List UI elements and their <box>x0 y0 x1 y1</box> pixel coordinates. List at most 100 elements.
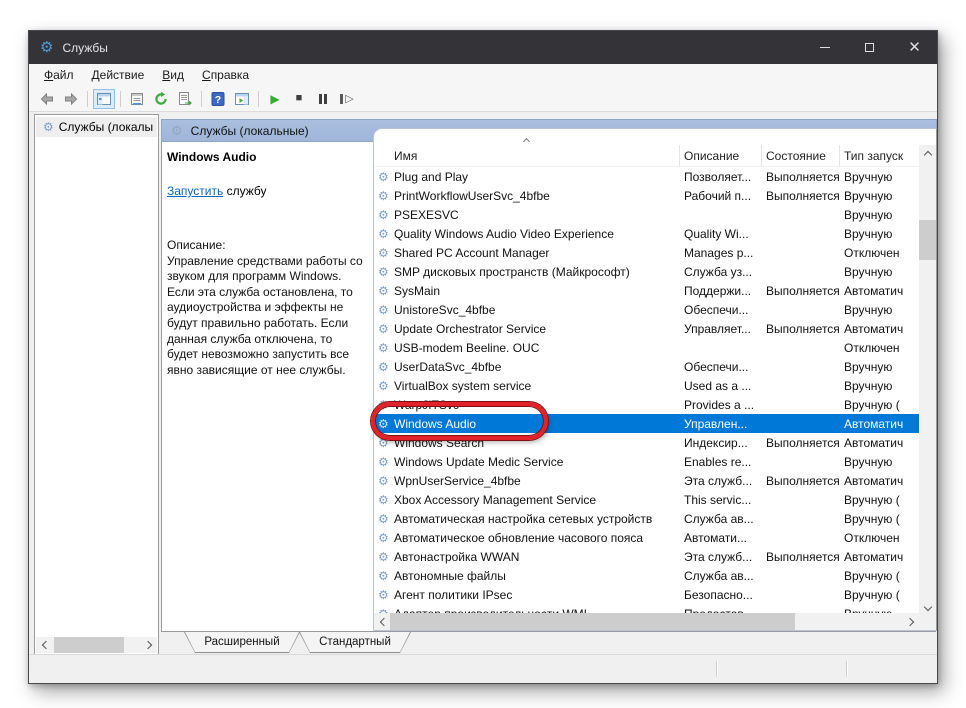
export-list-button[interactable] <box>174 89 196 109</box>
back-button[interactable] <box>36 89 58 109</box>
start-service-rest: службу <box>223 184 266 198</box>
column-header-name[interactable]: Имя <box>374 145 680 166</box>
refresh-button[interactable] <box>150 89 172 109</box>
table-row[interactable]: ⚙ USB-modem Beeline. OUC Отключен <box>374 338 919 357</box>
table-row[interactable]: ⚙ WarpJITSvc Provides a ... Вручную ( <box>374 395 919 414</box>
service-status: Выполняется <box>762 436 840 450</box>
scroll-left-button[interactable] <box>36 637 52 653</box>
service-startup-type: Автоматич <box>840 474 919 488</box>
show-action-pane-button[interactable] <box>231 89 253 109</box>
service-startup-type: Вручную <box>840 170 919 184</box>
service-startup-type: Автоматич <box>840 417 919 431</box>
table-row[interactable]: ⚙ Автономные файлы Служба ав... Вручную … <box>374 566 919 585</box>
console-tree-panel: ⚙ Службы (локалы <box>34 114 159 655</box>
service-gear-icon: ⚙ <box>378 341 389 355</box>
table-row[interactable]: ⚙ Адаптер производительности WMI Предост… <box>374 604 919 613</box>
table-row[interactable]: ⚙ PSEXESVC Вручную <box>374 205 919 224</box>
menu-help[interactable]: Справка <box>193 65 258 85</box>
table-row[interactable]: ⚙ Автоматическая настройка сетевых устро… <box>374 509 919 528</box>
menu-file[interactable]: Файл <box>35 65 83 85</box>
service-description: Поддержи... <box>680 284 762 298</box>
table-row[interactable]: ⚙ Shared PC Account Manager Manages p...… <box>374 243 919 262</box>
console-tree-icon <box>96 91 112 107</box>
service-description-block: Описание: Управление средствами работы с… <box>167 238 365 378</box>
column-header-description[interactable]: Описание <box>680 145 762 166</box>
service-name: Xbox Accessory Management Service <box>394 493 680 507</box>
service-gear-icon: ⚙ <box>378 455 389 469</box>
column-header-status[interactable]: Состояние <box>762 145 840 166</box>
start-service-link[interactable]: Запустить <box>167 184 223 198</box>
table-row[interactable]: ⚙ SysMain Поддержи... Выполняется Автома… <box>374 281 919 300</box>
chevron-down-icon <box>923 603 931 611</box>
toolbar: ? ▶ ■ ▷ <box>29 86 937 112</box>
service-gear-icon: ⚙ <box>378 265 389 279</box>
service-description: Позволяет... <box>680 170 762 184</box>
table-row[interactable]: ⚙ UserDataSvc_4bfbe Обеспечи... Вручную <box>374 357 919 376</box>
table-row[interactable]: ⚙ Update Orchestrator Service Управляет.… <box>374 319 919 338</box>
table-row[interactable]: ⚙ Автонастройка WWAN Эта служб... Выполн… <box>374 547 919 566</box>
maximize-button[interactable] <box>847 31 892 64</box>
properties-button[interactable] <box>126 89 148 109</box>
service-gear-icon: ⚙ <box>378 189 389 203</box>
pause-service-button[interactable] <box>312 89 334 109</box>
help-button[interactable]: ? <box>207 89 229 109</box>
table-row[interactable]: ⚙ Plug and Play Позволяет... Выполняется… <box>374 167 919 186</box>
scrollbar-thumb[interactable] <box>54 637 124 653</box>
scroll-down-button[interactable] <box>919 597 936 613</box>
table-row[interactable]: ⚙ Windows Search Индексир... Выполняется… <box>374 433 919 452</box>
description-label: Описание: <box>167 238 365 254</box>
table-row[interactable]: ⚙ SMP дисковых пространств (Майкрософт) … <box>374 262 919 281</box>
column-header-startup-type[interactable]: Тип запуск <box>840 145 919 166</box>
minimize-button[interactable] <box>802 31 847 64</box>
service-gear-icon: ⚙ <box>378 493 389 507</box>
service-startup-type: Автоматич <box>840 550 919 564</box>
tree-item-services-local[interactable]: ⚙ Службы (локалы <box>36 117 157 137</box>
scroll-right-button[interactable] <box>141 637 157 653</box>
table-row[interactable]: ⚙ Windows Audio Управлен... Автоматич <box>374 414 919 433</box>
table-row[interactable]: ⚙ Xbox Accessory Management Service This… <box>374 490 919 509</box>
menu-action[interactable]: Действие <box>83 65 154 85</box>
table-row[interactable]: ⚙ UnistoreSvc_4bfbe Обеспечи... Вручную <box>374 300 919 319</box>
scroll-right-button[interactable] <box>903 614 919 630</box>
tab-extended[interactable]: Расширенный <box>184 632 300 653</box>
chevron-right-icon <box>143 641 151 649</box>
scrollbar-thumb[interactable] <box>919 220 936 260</box>
scrollbar-thumb[interactable] <box>390 613 795 630</box>
title-bar[interactable]: ⚙ Службы ✕ <box>29 31 937 64</box>
service-description: Used as a ... <box>680 379 762 393</box>
table-row[interactable]: ⚙ Агент политики IPsec Безопасно... Вруч… <box>374 585 919 604</box>
table-row[interactable]: ⚙ Quality Windows Audio Video Experience… <box>374 224 919 243</box>
table-row[interactable]: ⚙ Автоматическое обновление часового поя… <box>374 528 919 547</box>
scroll-up-button[interactable] <box>919 145 936 161</box>
menu-view[interactable]: Вид <box>153 65 193 85</box>
service-startup-type: Автоматич <box>840 322 919 336</box>
table-row[interactable]: ⚙ WpnUserService_4bfbe Эта служб... Выпо… <box>374 471 919 490</box>
service-description: Enables re... <box>680 455 762 469</box>
service-gear-icon: ⚙ <box>378 588 389 602</box>
service-description: Управляет... <box>680 322 762 336</box>
close-button[interactable]: ✕ <box>892 31 937 64</box>
service-name: Plug and Play <box>394 170 680 184</box>
restart-service-button[interactable]: ▷ <box>336 89 358 109</box>
service-name: Windows Update Medic Service <box>394 455 680 469</box>
table-row[interactable]: ⚙ Windows Update Medic Service Enables r… <box>374 452 919 471</box>
service-description: Эта служб... <box>680 474 762 488</box>
scroll-left-button[interactable] <box>374 614 390 630</box>
services-gear-icon: ⚙ <box>43 121 54 133</box>
forward-button[interactable] <box>60 89 82 109</box>
tree-horizontal-scrollbar[interactable] <box>36 637 157 653</box>
list-horizontal-scrollbar[interactable] <box>374 613 919 630</box>
show-console-tree-button[interactable] <box>93 89 115 109</box>
properties-icon <box>129 91 145 107</box>
service-gear-icon: ⚙ <box>378 170 389 184</box>
stop-service-button[interactable]: ■ <box>288 89 310 109</box>
services-local-panel: ⚙ Службы (локальные) Windows Audio Запус… <box>161 114 937 631</box>
table-row[interactable]: ⚙ PrintWorkflowUserSvc_4bfbe Рабочий п..… <box>374 186 919 205</box>
table-row[interactable]: ⚙ VirtualBox system service Used as a ..… <box>374 376 919 395</box>
service-name: Update Orchestrator Service <box>394 322 680 336</box>
list-vertical-scrollbar[interactable] <box>919 145 936 613</box>
start-service-button[interactable]: ▶ <box>264 89 286 109</box>
tab-standard[interactable]: Стандартный <box>299 632 411 653</box>
service-gear-icon: ⚙ <box>378 379 389 393</box>
selected-service-name: Windows Audio <box>167 150 256 164</box>
